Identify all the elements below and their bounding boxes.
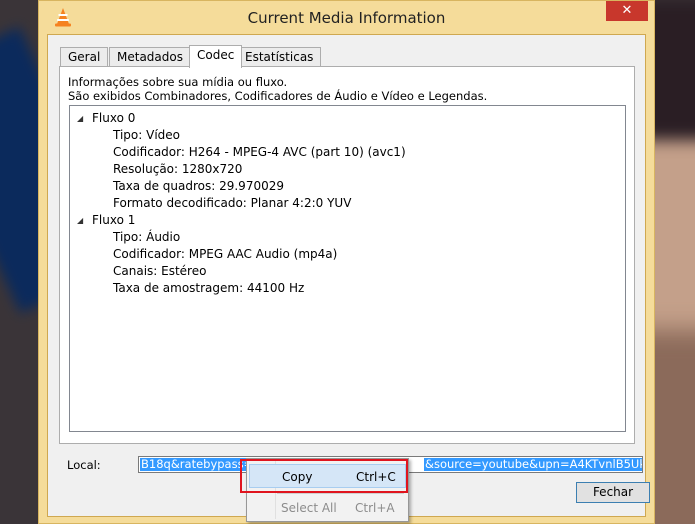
- tree-item[interactable]: Tipo: Áudio: [113, 229, 180, 246]
- tree-node-stream-0[interactable]: Fluxo 0: [92, 110, 135, 127]
- tree-node-stream-1[interactable]: Fluxo 1: [92, 212, 135, 229]
- expand-icon[interactable]: ◢: [77, 216, 83, 225]
- codec-panel: Informações sobre sua mídia ou fluxo. Sã…: [59, 66, 635, 444]
- title-bar[interactable]: Current Media Information ✕: [39, 1, 654, 34]
- url-selected-text-right: &source=youtube&upn=A4KTvnlB5Uk&mv=m: [424, 458, 642, 471]
- tree-item[interactable]: Resolução: 1280x720: [113, 161, 242, 178]
- tree-item[interactable]: Taxa de amostragem: 44100 Hz: [113, 280, 304, 297]
- codec-tree[interactable]: ◢ Fluxo 0 Tipo: Vídeo Codificador: H264 …: [69, 105, 626, 432]
- panel-description: Informações sobre sua mídia ou fluxo. Sã…: [68, 75, 487, 103]
- tab-geral[interactable]: Geral: [60, 47, 109, 67]
- tree-item[interactable]: Tipo: Vídeo: [113, 127, 180, 144]
- tree-item[interactable]: Taxa de quadros: 29.970029: [113, 178, 284, 195]
- close-window-button[interactable]: ✕: [606, 1, 648, 21]
- tab-codec[interactable]: Codec: [189, 45, 243, 68]
- media-info-window: Current Media Information ✕ Geral Metada…: [38, 0, 655, 524]
- red-highlight-box: [240, 459, 408, 493]
- tree-item[interactable]: Formato decodificado: Planar 4:2:0 YUV: [113, 195, 351, 212]
- dialog-client-area: Geral Metadados Codec Estatísticas Infor…: [47, 34, 650, 517]
- menu-item-label: Select All: [281, 501, 337, 515]
- fechar-button[interactable]: Fechar: [576, 482, 650, 503]
- tab-estatisticas[interactable]: Estatísticas: [237, 47, 322, 67]
- local-label: Local:: [67, 458, 101, 472]
- tree-item[interactable]: Canais: Estéreo: [113, 263, 206, 280]
- menu-item-shortcut: Ctrl+A: [355, 501, 395, 515]
- expand-icon[interactable]: ◢: [77, 114, 83, 123]
- window-title: Current Media Information: [247, 9, 446, 27]
- tree-item[interactable]: Codificador: H264 - MPEG-4 AVC (part 10)…: [113, 144, 406, 161]
- tree-item[interactable]: Codificador: MPEG AAC Audio (mp4a): [113, 246, 337, 263]
- description-line-1: Informações sobre sua mídia ou fluxo.: [68, 75, 288, 89]
- tab-metadados[interactable]: Metadados: [109, 47, 191, 67]
- menu-item-select-all[interactable]: Select All Ctrl+A: [249, 496, 406, 520]
- description-line-2: São exibidos Combinadores, Codificadores…: [68, 89, 488, 103]
- menu-separator: [277, 493, 404, 494]
